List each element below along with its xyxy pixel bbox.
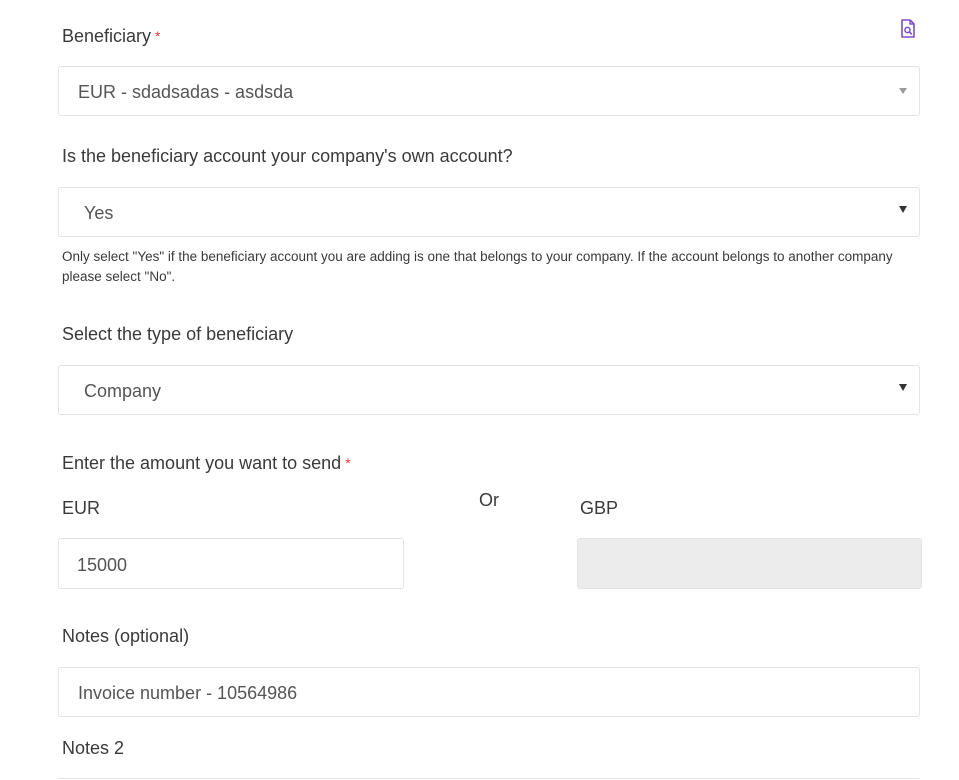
chevron-down-icon <box>899 88 907 94</box>
eur-currency-label: EUR <box>62 498 101 518</box>
gbp-amount-input <box>577 538 922 589</box>
payment-form: Beneficiary * EUR - sdadsadas - asdsda Is… <box>0 0 959 780</box>
required-asterisk: * <box>155 28 161 44</box>
beneficiary-select[interactable]: EUR - sdadsadas - asdsda <box>58 66 920 116</box>
notes-label: Notes (optional) <box>62 626 190 646</box>
eur-amount-input[interactable]: 15000 <box>58 538 404 589</box>
own-account-select-value: Yes <box>84 203 114 223</box>
chevron-down-icon <box>899 206 907 213</box>
beneficiary-type-label: Select the type of beneficiary <box>62 324 294 344</box>
notes2-label: Notes 2 <box>62 738 125 758</box>
amount-label: Enter the amount you want to send * <box>62 452 351 474</box>
beneficiary-label-text: Beneficiary <box>62 26 152 46</box>
own-account-question: Is the beneficiary account your company'… <box>62 146 513 166</box>
notes-input[interactable]: Invoice number - 10564986 <box>58 667 920 717</box>
beneficiary-select-value: EUR - sdadsadas - asdsda <box>78 82 294 102</box>
or-label: Or <box>479 490 499 510</box>
eur-amount-value: 15000 <box>77 555 128 575</box>
amount-label-text: Enter the amount you want to send <box>62 453 342 473</box>
beneficiary-label: Beneficiary * <box>62 25 161 47</box>
document-search-icon[interactable] <box>898 18 918 40</box>
beneficiary-type-select-value: Company <box>84 381 162 401</box>
gbp-currency-label: GBP <box>580 498 619 518</box>
notes-input-value: Invoice number - 10564986 <box>78 683 298 703</box>
beneficiary-type-select[interactable]: Company <box>58 365 920 415</box>
own-account-helper-text: Only select "Yes" if the beneficiary acc… <box>62 249 893 284</box>
required-asterisk: * <box>345 455 351 471</box>
own-account-select[interactable]: Yes <box>58 187 920 237</box>
chevron-down-icon <box>899 384 907 391</box>
